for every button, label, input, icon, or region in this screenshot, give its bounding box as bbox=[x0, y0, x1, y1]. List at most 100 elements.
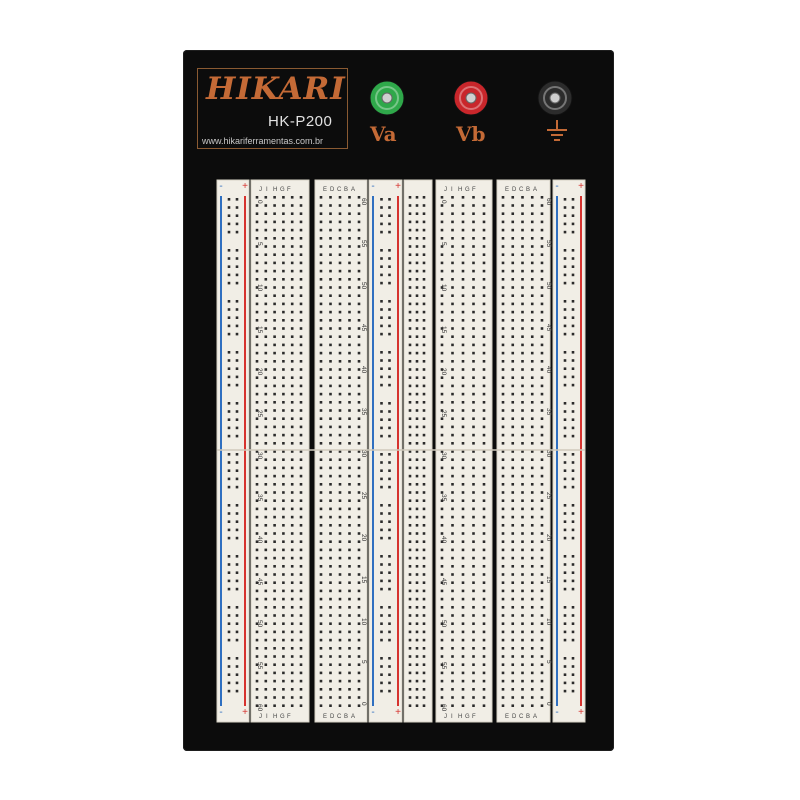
tie-point-hole[interactable] bbox=[273, 474, 276, 478]
tie-point-hole[interactable] bbox=[338, 704, 342, 707]
rail-hole[interactable] bbox=[571, 351, 575, 354]
rail-hole[interactable] bbox=[388, 630, 391, 634]
rail-hole[interactable] bbox=[388, 332, 391, 336]
rail-hole[interactable] bbox=[388, 249, 391, 252]
tie-point-hole[interactable] bbox=[290, 679, 294, 683]
tie-point-hole[interactable] bbox=[461, 491, 465, 494]
rail-hole[interactable] bbox=[227, 375, 231, 379]
tie-point-hole[interactable] bbox=[255, 351, 259, 355]
tie-point-hole[interactable] bbox=[255, 589, 259, 593]
rail-hole[interactable] bbox=[380, 673, 383, 676]
tie-point-hole[interactable] bbox=[440, 597, 444, 601]
tie-point-hole[interactable] bbox=[329, 606, 332, 609]
tie-point-hole[interactable] bbox=[540, 696, 544, 699]
rail-hole[interactable] bbox=[563, 630, 567, 634]
tie-point-hole[interactable] bbox=[422, 581, 426, 584]
rail-hole[interactable] bbox=[571, 453, 575, 456]
tie-point-hole[interactable] bbox=[451, 515, 454, 519]
tie-point-hole[interactable] bbox=[422, 630, 426, 634]
tie-point-hole[interactable] bbox=[290, 351, 294, 355]
tie-point-hole[interactable] bbox=[482, 606, 486, 609]
tie-point-hole[interactable] bbox=[290, 581, 294, 584]
tie-point-hole[interactable] bbox=[264, 581, 268, 584]
tie-point-hole[interactable] bbox=[264, 573, 268, 576]
tie-point-hole[interactable] bbox=[319, 532, 323, 535]
tie-point-hole[interactable] bbox=[408, 228, 412, 232]
tie-point-hole[interactable] bbox=[329, 655, 332, 658]
tie-point-hole[interactable] bbox=[348, 679, 351, 683]
tie-point-hole[interactable] bbox=[540, 458, 544, 461]
rail-hole[interactable] bbox=[563, 657, 567, 660]
tie-point-hole[interactable] bbox=[451, 302, 454, 306]
tie-point-hole[interactable] bbox=[521, 671, 524, 675]
tie-point-hole[interactable] bbox=[264, 671, 268, 675]
tie-point-hole[interactable] bbox=[422, 458, 426, 461]
tie-point-hole[interactable] bbox=[501, 327, 505, 330]
tie-point-hole[interactable] bbox=[338, 384, 342, 388]
rail-hole[interactable] bbox=[563, 332, 567, 336]
tie-point-hole[interactable] bbox=[501, 540, 505, 543]
tie-point-hole[interactable] bbox=[290, 401, 294, 404]
tie-point-hole[interactable] bbox=[357, 630, 361, 634]
tie-point-hole[interactable] bbox=[290, 433, 294, 437]
rail-hole[interactable] bbox=[380, 689, 383, 693]
tie-point-hole[interactable] bbox=[482, 302, 486, 306]
tie-point-hole[interactable] bbox=[329, 483, 332, 486]
tie-point-hole[interactable] bbox=[282, 606, 285, 609]
tie-point-hole[interactable] bbox=[530, 606, 534, 609]
tie-point-hole[interactable] bbox=[422, 647, 426, 650]
rail-hole[interactable] bbox=[571, 681, 575, 685]
tie-point-hole[interactable] bbox=[511, 335, 515, 338]
tie-point-hole[interactable] bbox=[299, 310, 303, 314]
rail-hole[interactable] bbox=[563, 418, 567, 421]
rail-hole[interactable] bbox=[235, 477, 239, 481]
tie-point-hole[interactable] bbox=[282, 581, 285, 584]
tie-point-hole[interactable] bbox=[540, 286, 544, 289]
tie-point-hole[interactable] bbox=[501, 556, 505, 560]
tie-point-hole[interactable] bbox=[408, 442, 412, 445]
tie-point-hole[interactable] bbox=[451, 540, 454, 543]
tie-point-hole[interactable] bbox=[290, 376, 294, 379]
tie-point-hole[interactable] bbox=[540, 630, 544, 634]
tie-point-hole[interactable] bbox=[521, 622, 524, 625]
tie-point-hole[interactable] bbox=[408, 302, 412, 306]
tie-point-hole[interactable] bbox=[273, 401, 276, 404]
tie-point-hole[interactable] bbox=[319, 228, 323, 232]
tie-point-hole[interactable] bbox=[511, 548, 515, 552]
tie-point-hole[interactable] bbox=[461, 442, 465, 445]
tie-point-hole[interactable] bbox=[540, 565, 544, 568]
tie-point-hole[interactable] bbox=[319, 458, 323, 461]
rail-hole[interactable] bbox=[388, 402, 391, 405]
rail-hole[interactable] bbox=[571, 198, 575, 201]
tie-point-hole[interactable] bbox=[408, 425, 412, 429]
tie-point-hole[interactable] bbox=[540, 671, 544, 675]
tie-point-hole[interactable] bbox=[472, 196, 475, 199]
tie-point-hole[interactable] bbox=[282, 499, 285, 502]
tie-point-hole[interactable] bbox=[290, 696, 294, 699]
tie-point-hole[interactable] bbox=[299, 319, 303, 322]
tie-point-hole[interactable] bbox=[329, 335, 332, 338]
tie-point-hole[interactable] bbox=[290, 220, 294, 224]
tie-point-hole[interactable] bbox=[440, 589, 444, 593]
tie-point-hole[interactable] bbox=[299, 589, 303, 593]
tie-point-hole[interactable] bbox=[482, 269, 486, 273]
tie-point-hole[interactable] bbox=[530, 442, 534, 445]
tie-point-hole[interactable] bbox=[273, 614, 276, 617]
tie-point-hole[interactable] bbox=[290, 507, 294, 511]
tie-point-hole[interactable] bbox=[415, 663, 419, 666]
tie-point-hole[interactable] bbox=[482, 360, 486, 363]
tie-point-hole[interactable] bbox=[451, 679, 454, 683]
tie-point-hole[interactable] bbox=[461, 294, 465, 297]
rail-hole[interactable] bbox=[388, 434, 391, 438]
tie-point-hole[interactable] bbox=[521, 581, 524, 584]
rail-hole[interactable] bbox=[563, 536, 567, 540]
tie-point-hole[interactable] bbox=[357, 425, 361, 429]
rail-hole[interactable] bbox=[235, 214, 239, 217]
tie-point-hole[interactable] bbox=[357, 261, 361, 265]
tie-point-hole[interactable] bbox=[482, 663, 486, 666]
tie-point-hole[interactable] bbox=[472, 679, 475, 683]
rail-hole[interactable] bbox=[571, 689, 575, 693]
tie-point-hole[interactable] bbox=[357, 507, 361, 511]
tie-point-hole[interactable] bbox=[440, 614, 444, 617]
tie-point-hole[interactable] bbox=[299, 253, 303, 256]
